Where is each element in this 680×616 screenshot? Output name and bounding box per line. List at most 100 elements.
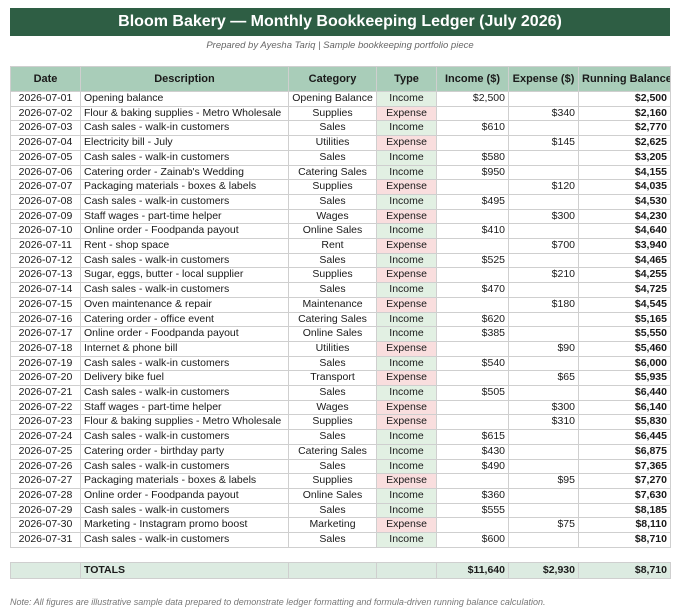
type-cell[interactable]: Expense <box>376 414 437 431</box>
date-cell[interactable]: 2026-07-14 <box>10 282 81 298</box>
balance-cell[interactable]: $5,165 <box>578 311 671 328</box>
balance-cell[interactable]: $5,830 <box>578 414 671 431</box>
expense-cell[interactable]: $75 <box>508 517 579 534</box>
totals-category-cell[interactable] <box>288 561 377 579</box>
income-cell[interactable]: $490 <box>436 458 509 475</box>
balance-cell[interactable]: $8,110 <box>578 517 671 534</box>
category-cell[interactable]: Sales <box>288 429 377 445</box>
type-cell[interactable]: Income <box>376 326 437 342</box>
date-cell[interactable]: 2026-07-25 <box>10 443 81 460</box>
expense-cell[interactable]: $300 <box>508 399 579 416</box>
type-cell[interactable]: Expense <box>376 267 437 284</box>
description-cell[interactable]: Opening balance <box>80 91 289 107</box>
expense-cell[interactable] <box>508 91 579 107</box>
date-cell[interactable]: 2026-07-29 <box>10 502 81 519</box>
income-cell[interactable] <box>436 399 509 416</box>
income-cell[interactable]: $385 <box>436 326 509 342</box>
expense-cell[interactable]: $95 <box>508 473 579 489</box>
income-cell[interactable]: $505 <box>436 385 509 401</box>
category-cell[interactable]: Wages <box>288 399 377 416</box>
category-cell[interactable]: Sales <box>288 120 377 137</box>
col-header-expense[interactable]: Expense ($) <box>508 66 579 92</box>
income-cell[interactable] <box>436 473 509 489</box>
income-cell[interactable]: $525 <box>436 252 509 269</box>
date-cell[interactable]: 2026-07-21 <box>10 385 81 401</box>
expense-cell[interactable] <box>508 311 579 328</box>
category-cell[interactable]: Supplies <box>288 267 377 284</box>
expense-cell[interactable] <box>508 458 579 475</box>
category-cell[interactable]: Utilities <box>288 135 377 151</box>
balance-cell[interactable]: $4,640 <box>578 223 671 240</box>
description-cell[interactable]: Online order - Foodpanda payout <box>80 326 289 342</box>
category-cell[interactable]: Sales <box>288 532 377 548</box>
totals-label[interactable]: TOTALS <box>80 561 289 579</box>
description-cell[interactable]: Delivery bike fuel <box>80 370 289 387</box>
expense-cell[interactable] <box>508 532 579 548</box>
income-cell[interactable]: $555 <box>436 502 509 519</box>
type-cell[interactable]: Income <box>376 193 437 210</box>
date-cell[interactable]: 2026-07-01 <box>10 91 81 107</box>
expense-cell[interactable] <box>508 487 579 504</box>
date-cell[interactable]: 2026-07-16 <box>10 311 81 328</box>
description-cell[interactable]: Electricity bill - July <box>80 135 289 151</box>
category-cell[interactable]: Supplies <box>288 473 377 489</box>
income-cell[interactable]: $470 <box>436 282 509 298</box>
type-cell[interactable]: Expense <box>376 238 437 254</box>
totals-date-cell[interactable] <box>10 561 81 579</box>
category-cell[interactable]: Sales <box>288 193 377 210</box>
category-cell[interactable]: Sales <box>288 385 377 401</box>
expense-cell[interactable]: $300 <box>508 208 579 225</box>
description-cell[interactable]: Cash sales - walk-in customers <box>80 429 289 445</box>
category-cell[interactable]: Sales <box>288 149 377 166</box>
balance-cell[interactable]: $4,255 <box>578 267 671 284</box>
description-cell[interactable]: Cash sales - walk-in customers <box>80 193 289 210</box>
expense-cell[interactable]: $120 <box>508 179 579 195</box>
expense-cell[interactable] <box>508 502 579 519</box>
balance-cell[interactable]: $5,460 <box>578 340 671 357</box>
income-cell[interactable]: $615 <box>436 429 509 445</box>
description-cell[interactable]: Internet & phone bill <box>80 340 289 357</box>
type-cell[interactable]: Income <box>376 282 437 298</box>
expense-cell[interactable]: $180 <box>508 296 579 313</box>
balance-cell[interactable]: $2,160 <box>578 105 671 122</box>
type-cell[interactable]: Income <box>376 429 437 445</box>
date-cell[interactable]: 2026-07-20 <box>10 370 81 387</box>
category-cell[interactable]: Catering Sales <box>288 443 377 460</box>
category-cell[interactable]: Transport <box>288 370 377 387</box>
date-cell[interactable]: 2026-07-17 <box>10 326 81 342</box>
balance-cell[interactable]: $4,530 <box>578 193 671 210</box>
income-cell[interactable]: $950 <box>436 164 509 181</box>
date-cell[interactable]: 2026-07-30 <box>10 517 81 534</box>
income-cell[interactable]: $600 <box>436 532 509 548</box>
type-cell[interactable]: Income <box>376 164 437 181</box>
date-cell[interactable]: 2026-07-08 <box>10 193 81 210</box>
expense-cell[interactable] <box>508 355 579 372</box>
type-cell[interactable]: Expense <box>376 208 437 225</box>
date-cell[interactable]: 2026-07-18 <box>10 340 81 357</box>
type-cell[interactable]: Income <box>376 385 437 401</box>
date-cell[interactable]: 2026-07-23 <box>10 414 81 431</box>
expense-cell[interactable] <box>508 443 579 460</box>
expense-cell[interactable] <box>508 164 579 181</box>
description-cell[interactable]: Packaging materials - boxes & labels <box>80 179 289 195</box>
income-cell[interactable] <box>436 208 509 225</box>
date-cell[interactable]: 2026-07-26 <box>10 458 81 475</box>
description-cell[interactable]: Marketing - Instagram promo boost <box>80 517 289 534</box>
balance-cell[interactable]: $6,000 <box>578 355 671 372</box>
description-cell[interactable]: Cash sales - walk-in customers <box>80 532 289 548</box>
description-cell[interactable]: Cash sales - walk-in customers <box>80 149 289 166</box>
category-cell[interactable]: Supplies <box>288 105 377 122</box>
category-cell[interactable]: Online Sales <box>288 326 377 342</box>
category-cell[interactable]: Sales <box>288 355 377 372</box>
balance-cell[interactable]: $4,230 <box>578 208 671 225</box>
category-cell[interactable]: Sales <box>288 458 377 475</box>
category-cell[interactable]: Sales <box>288 252 377 269</box>
description-cell[interactable]: Cash sales - walk-in customers <box>80 120 289 137</box>
income-cell[interactable] <box>436 267 509 284</box>
date-cell[interactable]: 2026-07-31 <box>10 532 81 548</box>
income-cell[interactable] <box>436 238 509 254</box>
date-cell[interactable]: 2026-07-06 <box>10 164 81 181</box>
category-cell[interactable]: Sales <box>288 282 377 298</box>
description-cell[interactable]: Oven maintenance & repair <box>80 296 289 313</box>
totals-expense[interactable]: $2,930 <box>508 561 579 579</box>
